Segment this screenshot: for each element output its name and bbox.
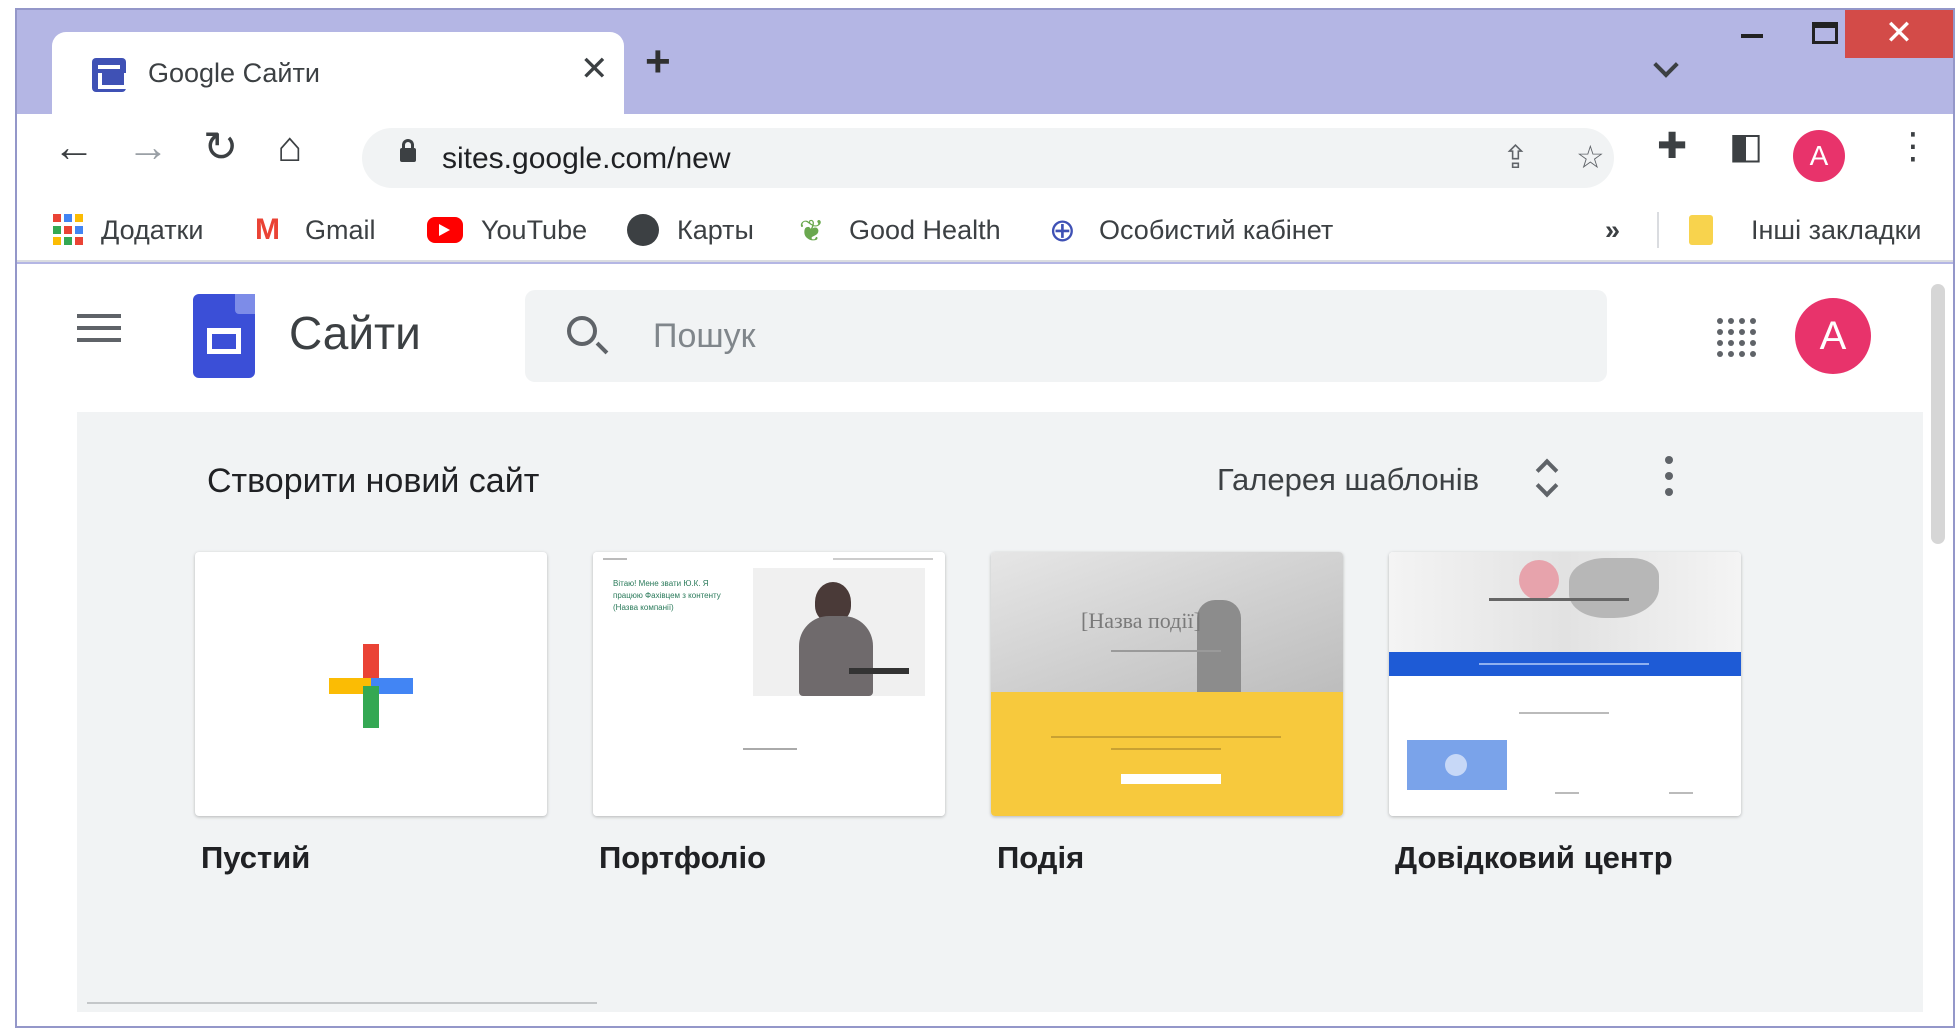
side-panel-icon[interactable]: ◧ xyxy=(1729,128,1763,164)
search-box[interactable] xyxy=(525,290,1607,382)
bookmarks-overflow-button[interactable]: » xyxy=(1605,212,1620,248)
maximize-button[interactable] xyxy=(1812,22,1838,44)
more-options-icon[interactable] xyxy=(1665,456,1673,496)
template-card-event[interactable]: [Назва події] xyxy=(991,552,1343,816)
url-text[interactable]: sites.google.com/new xyxy=(442,142,731,176)
template-label[interactable]: Портфоліо xyxy=(599,840,766,876)
share-icon[interactable]: ⇪ xyxy=(1502,138,1529,176)
leaf-icon: ❦ xyxy=(799,215,825,248)
portfolio-thumbnail: Вітаю! Мене звати Ю.К. Я працюю Фахівцем… xyxy=(593,552,945,816)
google-apps-icon[interactable] xyxy=(1717,318,1756,357)
folder-icon xyxy=(1689,215,1713,245)
plus-icon xyxy=(329,644,413,728)
template-label[interactable]: Пустий xyxy=(201,840,310,876)
google-sites-logo-icon[interactable] xyxy=(193,294,255,378)
bookmark-label: Good Health xyxy=(849,214,1001,245)
bookmarks-separator xyxy=(1657,212,1659,248)
lock-icon[interactable] xyxy=(400,139,416,162)
browser-toolbar: ← → ↻ ⌂ sites.google.com/new ⇪ ☆ ✚ ◧ A ⋮ xyxy=(17,114,1953,198)
gmail-icon: M xyxy=(255,213,280,246)
tab-search-chevron-icon[interactable] xyxy=(1653,52,1679,78)
apps-grid-icon xyxy=(53,214,83,246)
browser-menu-icon[interactable]: ⋮ xyxy=(1895,128,1931,164)
minimize-button[interactable] xyxy=(1741,34,1763,38)
reload-icon[interactable]: ↻ xyxy=(203,126,238,168)
tab-title: Google Сайти xyxy=(148,58,320,88)
event-thumbnail: [Назва події] xyxy=(991,552,1343,816)
sites-page: Сайти A Створити новий сайт Галерея шабл… xyxy=(17,264,1953,1026)
other-bookmarks[interactable]: Інші закладки xyxy=(1689,212,1922,248)
template-card-portfolio[interactable]: Вітаю! Мене звати Ю.К. Я працюю Фахівцем… xyxy=(593,552,945,816)
template-label[interactable]: Подія xyxy=(997,840,1084,876)
new-tab-button[interactable]: + xyxy=(645,40,671,84)
bookmark-maps[interactable]: Карты xyxy=(627,212,754,248)
bookmark-youtube[interactable]: YouTube xyxy=(427,212,587,248)
forward-icon[interactable]: → xyxy=(127,126,169,168)
account-avatar[interactable]: A xyxy=(1795,298,1871,374)
youtube-icon xyxy=(427,217,463,243)
bookmark-label: Gmail xyxy=(305,214,376,245)
gallery-title: Створити новий сайт xyxy=(207,462,540,500)
browser-window: Google Сайти ✕ + ✕ ← → ↻ ⌂ sites.google.… xyxy=(15,8,1955,1028)
bookmark-gmail[interactable]: M Gmail xyxy=(255,212,376,248)
other-bookmarks-label: Інші закладки xyxy=(1751,214,1922,245)
main-menu-icon[interactable] xyxy=(77,314,121,342)
sites-favicon-icon xyxy=(92,58,128,92)
page-scrollbar[interactable] xyxy=(1931,284,1945,544)
template-card-help-center[interactable] xyxy=(1389,552,1741,816)
section-divider xyxy=(87,1002,597,1004)
template-card-blank[interactable] xyxy=(195,552,547,816)
browser-profile-avatar[interactable]: A xyxy=(1793,130,1845,182)
help-center-thumbnail xyxy=(1389,552,1741,816)
browser-tab[interactable]: Google Сайти ✕ xyxy=(52,32,624,114)
globe-icon xyxy=(627,214,659,246)
template-label[interactable]: Довідковий центр xyxy=(1395,840,1673,876)
bookmark-label: YouTube xyxy=(481,214,588,245)
home-icon[interactable]: ⌂ xyxy=(277,126,302,168)
back-icon[interactable]: ← xyxy=(53,126,95,168)
screenshot-frame: Google Сайти ✕ + ✕ ← → ↻ ⌂ sites.google.… xyxy=(0,0,1959,1033)
bookmark-star-icon[interactable]: ☆ xyxy=(1576,138,1605,176)
search-icon[interactable] xyxy=(567,316,597,346)
bookmark-cabinet[interactable]: ⊕ Особистий кабінет xyxy=(1049,212,1333,248)
template-gallery: Створити новий сайт Галерея шаблонів Пус… xyxy=(77,412,1923,1012)
window-close-button[interactable]: ✕ xyxy=(1845,10,1953,58)
bookmark-label: Особистий кабінет xyxy=(1099,214,1334,245)
bookmark-label: Карты xyxy=(677,214,754,245)
search-input[interactable] xyxy=(653,312,1453,360)
address-bar[interactable]: sites.google.com/new ⇪ ☆ xyxy=(362,128,1614,188)
event-thumb-title: [Назва події] xyxy=(1081,608,1201,633)
cabinet-icon: ⊕ xyxy=(1049,212,1076,248)
app-title[interactable]: Сайти xyxy=(289,306,421,360)
bookmark-apps[interactable]: Додатки xyxy=(53,212,203,248)
tab-close-icon[interactable]: ✕ xyxy=(580,52,609,86)
bookmark-good-health[interactable]: ❦ Good Health xyxy=(799,212,1001,249)
portfolio-thumb-text: Вітаю! Мене звати Ю.К. Я працюю Фахівцем… xyxy=(613,579,721,612)
bookmark-label: Додатки xyxy=(101,214,204,245)
template-gallery-button[interactable]: Галерея шаблонів xyxy=(1217,462,1479,498)
portfolio-photo xyxy=(753,568,925,696)
extensions-icon[interactable]: ✚ xyxy=(1657,128,1687,164)
bookmarks-bar: Додатки M Gmail YouTube Карты ❦ Good Hea… xyxy=(17,198,1953,262)
expand-collapse-icon[interactable] xyxy=(1533,456,1557,500)
